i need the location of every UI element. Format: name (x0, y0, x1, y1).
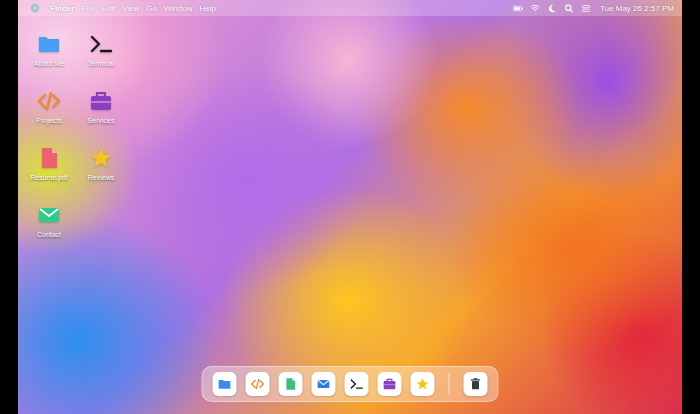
folder-icon (37, 32, 61, 56)
menu-bar: Finder File Edit View Go Window Help Tue May … (18, 0, 682, 16)
wifi-icon[interactable] (530, 4, 540, 13)
desktop-icon-label[interactable]: Reviews (88, 174, 114, 181)
dock-trash[interactable] (464, 372, 488, 396)
search-icon[interactable] (564, 4, 574, 13)
desktop-icon[interactable]: Projects (23, 87, 75, 144)
dock-separator (449, 373, 450, 395)
dock (202, 366, 499, 402)
desktop-icon[interactable]: Services (75, 87, 127, 144)
menu-item[interactable]: Go (146, 4, 157, 13)
battery-icon[interactable] (513, 4, 523, 13)
desktop-icon[interactable]: About Me (23, 30, 75, 87)
desktop-icon[interactable]: Resume.pdf (23, 144, 75, 201)
pdf-icon (284, 377, 298, 391)
desktop: Finder File Edit View Go Window Help Tue May … (18, 0, 682, 414)
dock-item[interactable] (411, 372, 435, 396)
desktop-icon-label[interactable]: Projects (36, 117, 61, 124)
terminal-icon (350, 377, 364, 391)
menu-item[interactable]: View (122, 4, 139, 13)
briefcase-icon (383, 377, 397, 391)
menu-item[interactable]: File (81, 4, 94, 13)
desktop-icon-label[interactable]: Contact (37, 231, 61, 238)
pdf-icon (37, 146, 61, 170)
desktop-icon[interactable]: Reviews (75, 144, 127, 201)
mail-icon (37, 203, 61, 227)
briefcase-icon (89, 89, 113, 113)
moon-icon[interactable] (547, 4, 557, 13)
menu-item[interactable]: Help (199, 4, 215, 13)
star-icon (416, 377, 430, 391)
desktop-icons: About Me Terminal Projects Services Resu… (18, 16, 127, 258)
desktop-icon-label[interactable]: Terminal (88, 60, 114, 67)
desktop-icon[interactable]: Terminal (75, 30, 127, 87)
star-icon (89, 146, 113, 170)
dock-item[interactable] (378, 372, 402, 396)
dock-item[interactable] (279, 372, 303, 396)
dock-item[interactable] (213, 372, 237, 396)
menu-item[interactable]: Edit (101, 4, 115, 13)
menu-item[interactable]: Window (164, 4, 192, 13)
folder-icon (218, 377, 232, 391)
control-center-icon[interactable] (581, 4, 591, 13)
desktop-icon-label[interactable]: Resume.pdf (30, 174, 68, 181)
trash-icon (469, 377, 483, 391)
desktop-icon-label[interactable]: Services (88, 117, 115, 124)
clock[interactable]: Tue May 26 2:57 PM (600, 4, 674, 13)
mail-icon (317, 377, 331, 391)
desktop-icon-label[interactable]: About Me (34, 60, 64, 67)
app-name[interactable]: Finder (50, 4, 74, 13)
logo-icon[interactable] (30, 3, 40, 13)
dock-item[interactable] (312, 372, 336, 396)
code-icon (251, 377, 265, 391)
terminal-icon (89, 32, 113, 56)
dock-item[interactable] (246, 372, 270, 396)
desktop-icon[interactable]: Contact (23, 201, 75, 258)
code-icon (37, 89, 61, 113)
dock-item[interactable] (345, 372, 369, 396)
screen-frame: Finder File Edit View Go Window Help Tue May … (0, 0, 700, 414)
